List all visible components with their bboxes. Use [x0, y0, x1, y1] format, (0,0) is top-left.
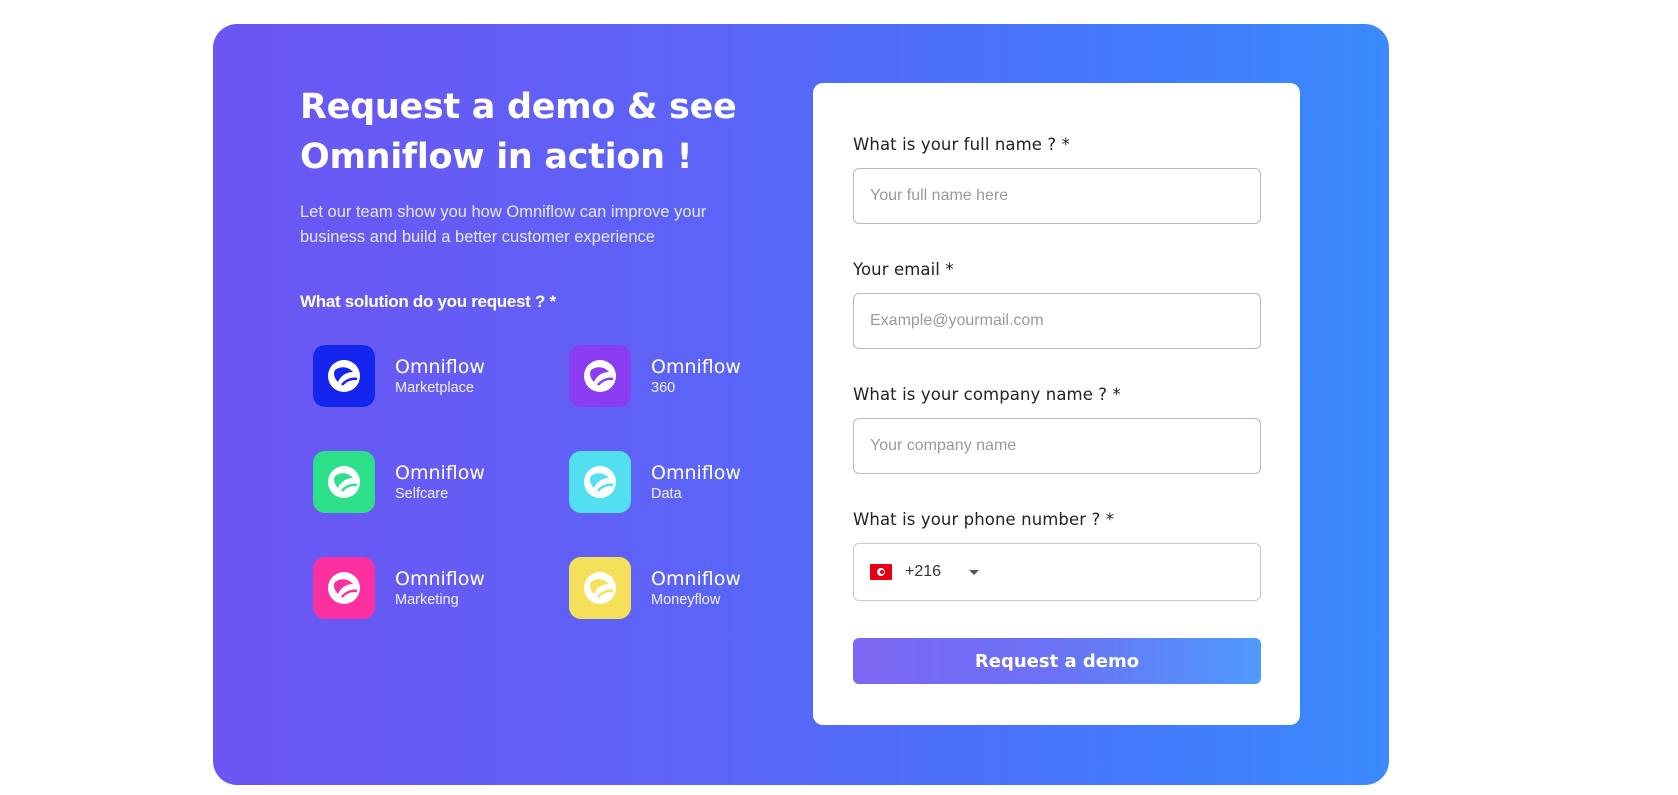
solution-name: Omniflow	[395, 355, 485, 378]
solution-question: What solution do you request ? *	[300, 292, 556, 311]
solution-name: Omniflow	[395, 567, 485, 590]
company-input[interactable]	[853, 418, 1261, 474]
company-group: What is your company name ? *	[853, 385, 1261, 474]
solution-name: Omniflow	[651, 567, 741, 590]
phone-field: +216	[853, 543, 1261, 601]
solution-option-marketplace[interactable]: Omniflow Marketplace	[313, 344, 533, 408]
company-label: What is your company name ? *	[853, 385, 1121, 404]
solution-name: Omniflow	[395, 461, 485, 484]
omniflow-logo-icon	[313, 345, 375, 407]
solution-product: Moneyflow	[651, 591, 721, 608]
demo-request-form-card: What is your full name ? * Your email * …	[813, 83, 1300, 725]
phone-group: What is your phone number ? * +216	[853, 510, 1261, 601]
solution-option-data[interactable]: Omniflow Data	[569, 450, 789, 514]
solution-option-360[interactable]: Omniflow 360	[569, 344, 789, 408]
omniflow-logo-icon	[313, 451, 375, 513]
omniflow-logo-icon	[313, 557, 375, 619]
page-subtitle-line-1: Let our team show you how Omniflow can i…	[300, 203, 707, 221]
request-demo-button[interactable]: Request a demo	[853, 638, 1261, 684]
phone-input[interactable]	[991, 543, 1260, 601]
page-subtitle-line-2: business and build a better customer exp…	[300, 228, 655, 246]
full-name-label: What is your full name ? *	[853, 135, 1070, 154]
page-title-line-1: Request a demo & see	[300, 87, 737, 127]
omniflow-logo-icon	[569, 345, 631, 407]
solution-option-marketing[interactable]: Omniflow Marketing	[313, 556, 533, 620]
page-title-line-2: Omniflow in action !	[300, 137, 693, 177]
email-group: Your email *	[853, 260, 1261, 349]
omniflow-logo-icon	[569, 451, 631, 513]
demo-request-form: What is your full name ? * Your email * …	[853, 135, 1261, 684]
page-subtitle: Let our team show you how Omniflow can i…	[300, 200, 760, 250]
solution-product: Marketplace	[395, 379, 474, 396]
solution-product: Data	[651, 485, 682, 502]
omniflow-logo-icon	[569, 557, 631, 619]
demo-request-banner: Request a demo & see Omniflow in action …	[213, 24, 1389, 785]
solution-option-selfcare[interactable]: Omniflow Selfcare	[313, 450, 533, 514]
hero-intro: Request a demo & see Omniflow in action …	[300, 82, 760, 250]
email-label: Your email *	[853, 260, 954, 279]
full-name-group: What is your full name ? *	[853, 135, 1261, 224]
solution-name: Omniflow	[651, 461, 741, 484]
page-title: Request a demo & see Omniflow in action …	[300, 82, 760, 182]
chevron-down-icon[interactable]	[969, 569, 980, 575]
tunisia-flag-icon[interactable]	[870, 564, 892, 580]
solution-product: 360	[651, 379, 676, 396]
solution-product: Marketing	[395, 591, 459, 608]
phone-label: What is your phone number ? *	[853, 510, 1115, 529]
solution-product: Selfcare	[395, 485, 449, 502]
solution-option-moneyflow[interactable]: Omniflow Moneyflow	[569, 556, 789, 620]
email-input[interactable]	[853, 293, 1261, 349]
solution-name: Omniflow	[651, 355, 741, 378]
full-name-input[interactable]	[853, 168, 1261, 224]
dial-code[interactable]: +216	[905, 563, 941, 581]
solution-options: Omniflow Marketplace Omniflow 360 Omnifl…	[313, 344, 773, 634]
